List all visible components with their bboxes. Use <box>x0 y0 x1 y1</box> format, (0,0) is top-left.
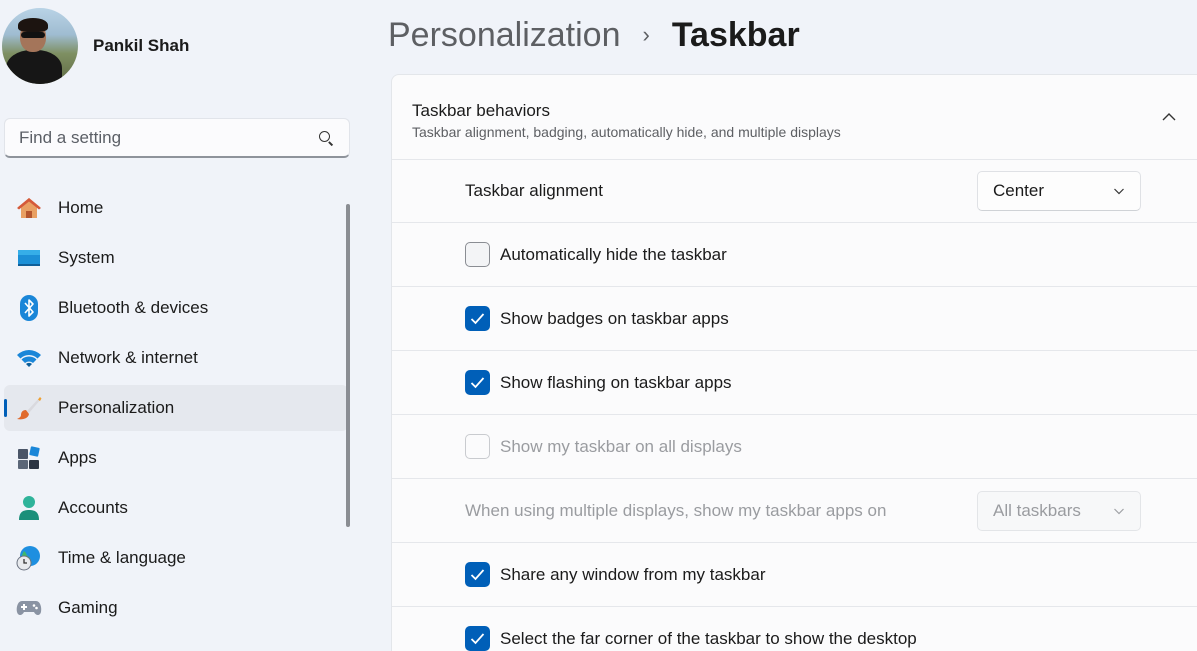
setting-row-share-window: Share any window from my taskbar <box>392 543 1197 607</box>
search-box[interactable]: Find a setting <box>4 118 350 158</box>
breadcrumb: Personalization › Taskbar <box>388 10 800 60</box>
badges-checkbox[interactable] <box>465 306 490 331</box>
sidebar-item-label: Gaming <box>58 598 118 618</box>
setting-row-alignment: Taskbar alignment Center <box>392 160 1197 223</box>
alignment-value: Center <box>993 181 1113 201</box>
profile-name: Pankil Shah <box>93 36 189 56</box>
share-window-checkbox[interactable] <box>465 562 490 587</box>
multiple-displays-label: When using multiple displays, show my ta… <box>465 501 886 521</box>
search-input[interactable]: Find a setting <box>19 128 317 148</box>
checkmark-icon <box>470 312 485 325</box>
flashing-checkbox[interactable] <box>465 370 490 395</box>
wifi-icon <box>16 345 42 371</box>
flashing-label[interactable]: Show flashing on taskbar apps <box>500 373 732 393</box>
auto-hide-checkbox[interactable] <box>465 242 490 267</box>
sidebar-item-label: Network & internet <box>58 348 198 368</box>
search-icon[interactable] <box>317 129 335 147</box>
sidebar-item-label: Home <box>58 198 103 218</box>
multiple-displays-dropdown[interactable]: All taskbars <box>977 491 1141 531</box>
share-window-label[interactable]: Share any window from my taskbar <box>500 565 766 585</box>
user-profile[interactable]: Pankil Shah <box>2 8 189 84</box>
apps-icon <box>16 445 42 471</box>
chevron-down-icon <box>1113 505 1125 517</box>
nav-list: Home System Bluetooth & devices Network … <box>4 185 348 635</box>
setting-row-multiple-displays: When using multiple displays, show my ta… <box>392 479 1197 543</box>
alignment-dropdown[interactable]: Center <box>977 171 1141 211</box>
sidebar-item-personalization[interactable]: Personalization <box>4 385 348 431</box>
system-icon <box>16 245 42 271</box>
setting-row-far-corner: Select the far corner of the taskbar to … <box>392 607 1197 651</box>
setting-row-flashing: Show flashing on taskbar apps <box>392 351 1197 415</box>
checkmark-icon <box>470 376 485 389</box>
sidebar-item-gaming[interactable]: Gaming <box>4 585 348 631</box>
sidebar-item-accounts[interactable]: Accounts <box>4 485 348 531</box>
chevron-up-icon[interactable] <box>1161 109 1177 125</box>
sidebar-item-label: Time & language <box>58 548 186 568</box>
sidebar-item-bluetooth[interactable]: Bluetooth & devices <box>4 285 348 331</box>
multiple-displays-value: All taskbars <box>993 501 1113 521</box>
sidebar-item-apps[interactable]: Apps <box>4 435 348 481</box>
sidebar-item-label: Apps <box>58 448 97 468</box>
setting-row-auto-hide: Automatically hide the taskbar <box>392 223 1197 287</box>
auto-hide-label[interactable]: Automatically hide the taskbar <box>500 245 727 265</box>
sidebar-item-time-language[interactable]: Time & language <box>4 535 348 581</box>
sidebar-item-home[interactable]: Home <box>4 185 348 231</box>
badges-label[interactable]: Show badges on taskbar apps <box>500 309 729 329</box>
sidebar-item-network[interactable]: Network & internet <box>4 335 348 381</box>
checkmark-icon <box>470 568 485 581</box>
chevron-down-icon <box>1113 185 1125 197</box>
checkmark-icon <box>470 632 485 645</box>
sidebar-item-label: Bluetooth & devices <box>58 298 208 318</box>
all-displays-checkbox[interactable] <box>465 434 490 459</box>
far-corner-label[interactable]: Select the far corner of the taskbar to … <box>500 629 917 649</box>
sidebar-scrollbar[interactable] <box>346 204 350 527</box>
section-subtitle: Taskbar alignment, badging, automaticall… <box>412 124 841 140</box>
section-header[interactable]: Taskbar behaviors Taskbar alignment, bad… <box>392 75 1197 160</box>
breadcrumb-separator: › <box>642 22 649 48</box>
brush-icon <box>16 395 42 421</box>
taskbar-behaviors-panel: Taskbar behaviors Taskbar alignment, bad… <box>391 74 1197 651</box>
globe-clock-icon <box>16 545 42 571</box>
page-title: Taskbar <box>672 16 800 55</box>
far-corner-checkbox[interactable] <box>465 626 490 651</box>
avatar[interactable] <box>2 8 78 84</box>
sidebar-item-system[interactable]: System <box>4 235 348 281</box>
alignment-label: Taskbar alignment <box>465 181 603 201</box>
sidebar-item-label: Personalization <box>58 398 174 418</box>
sidebar-item-label: System <box>58 248 115 268</box>
all-displays-label: Show my taskbar on all displays <box>500 437 742 457</box>
setting-row-all-displays: Show my taskbar on all displays <box>392 415 1197 479</box>
sidebar-item-label: Accounts <box>58 498 128 518</box>
bluetooth-icon <box>16 295 42 321</box>
sidebar: Pankil Shah Find a setting Home System B… <box>0 0 360 651</box>
section-title: Taskbar behaviors <box>412 101 550 121</box>
home-icon <box>16 195 42 221</box>
breadcrumb-parent[interactable]: Personalization <box>388 16 620 55</box>
gamepad-icon <box>16 595 42 621</box>
person-icon <box>16 495 42 521</box>
setting-row-badges: Show badges on taskbar apps <box>392 287 1197 351</box>
